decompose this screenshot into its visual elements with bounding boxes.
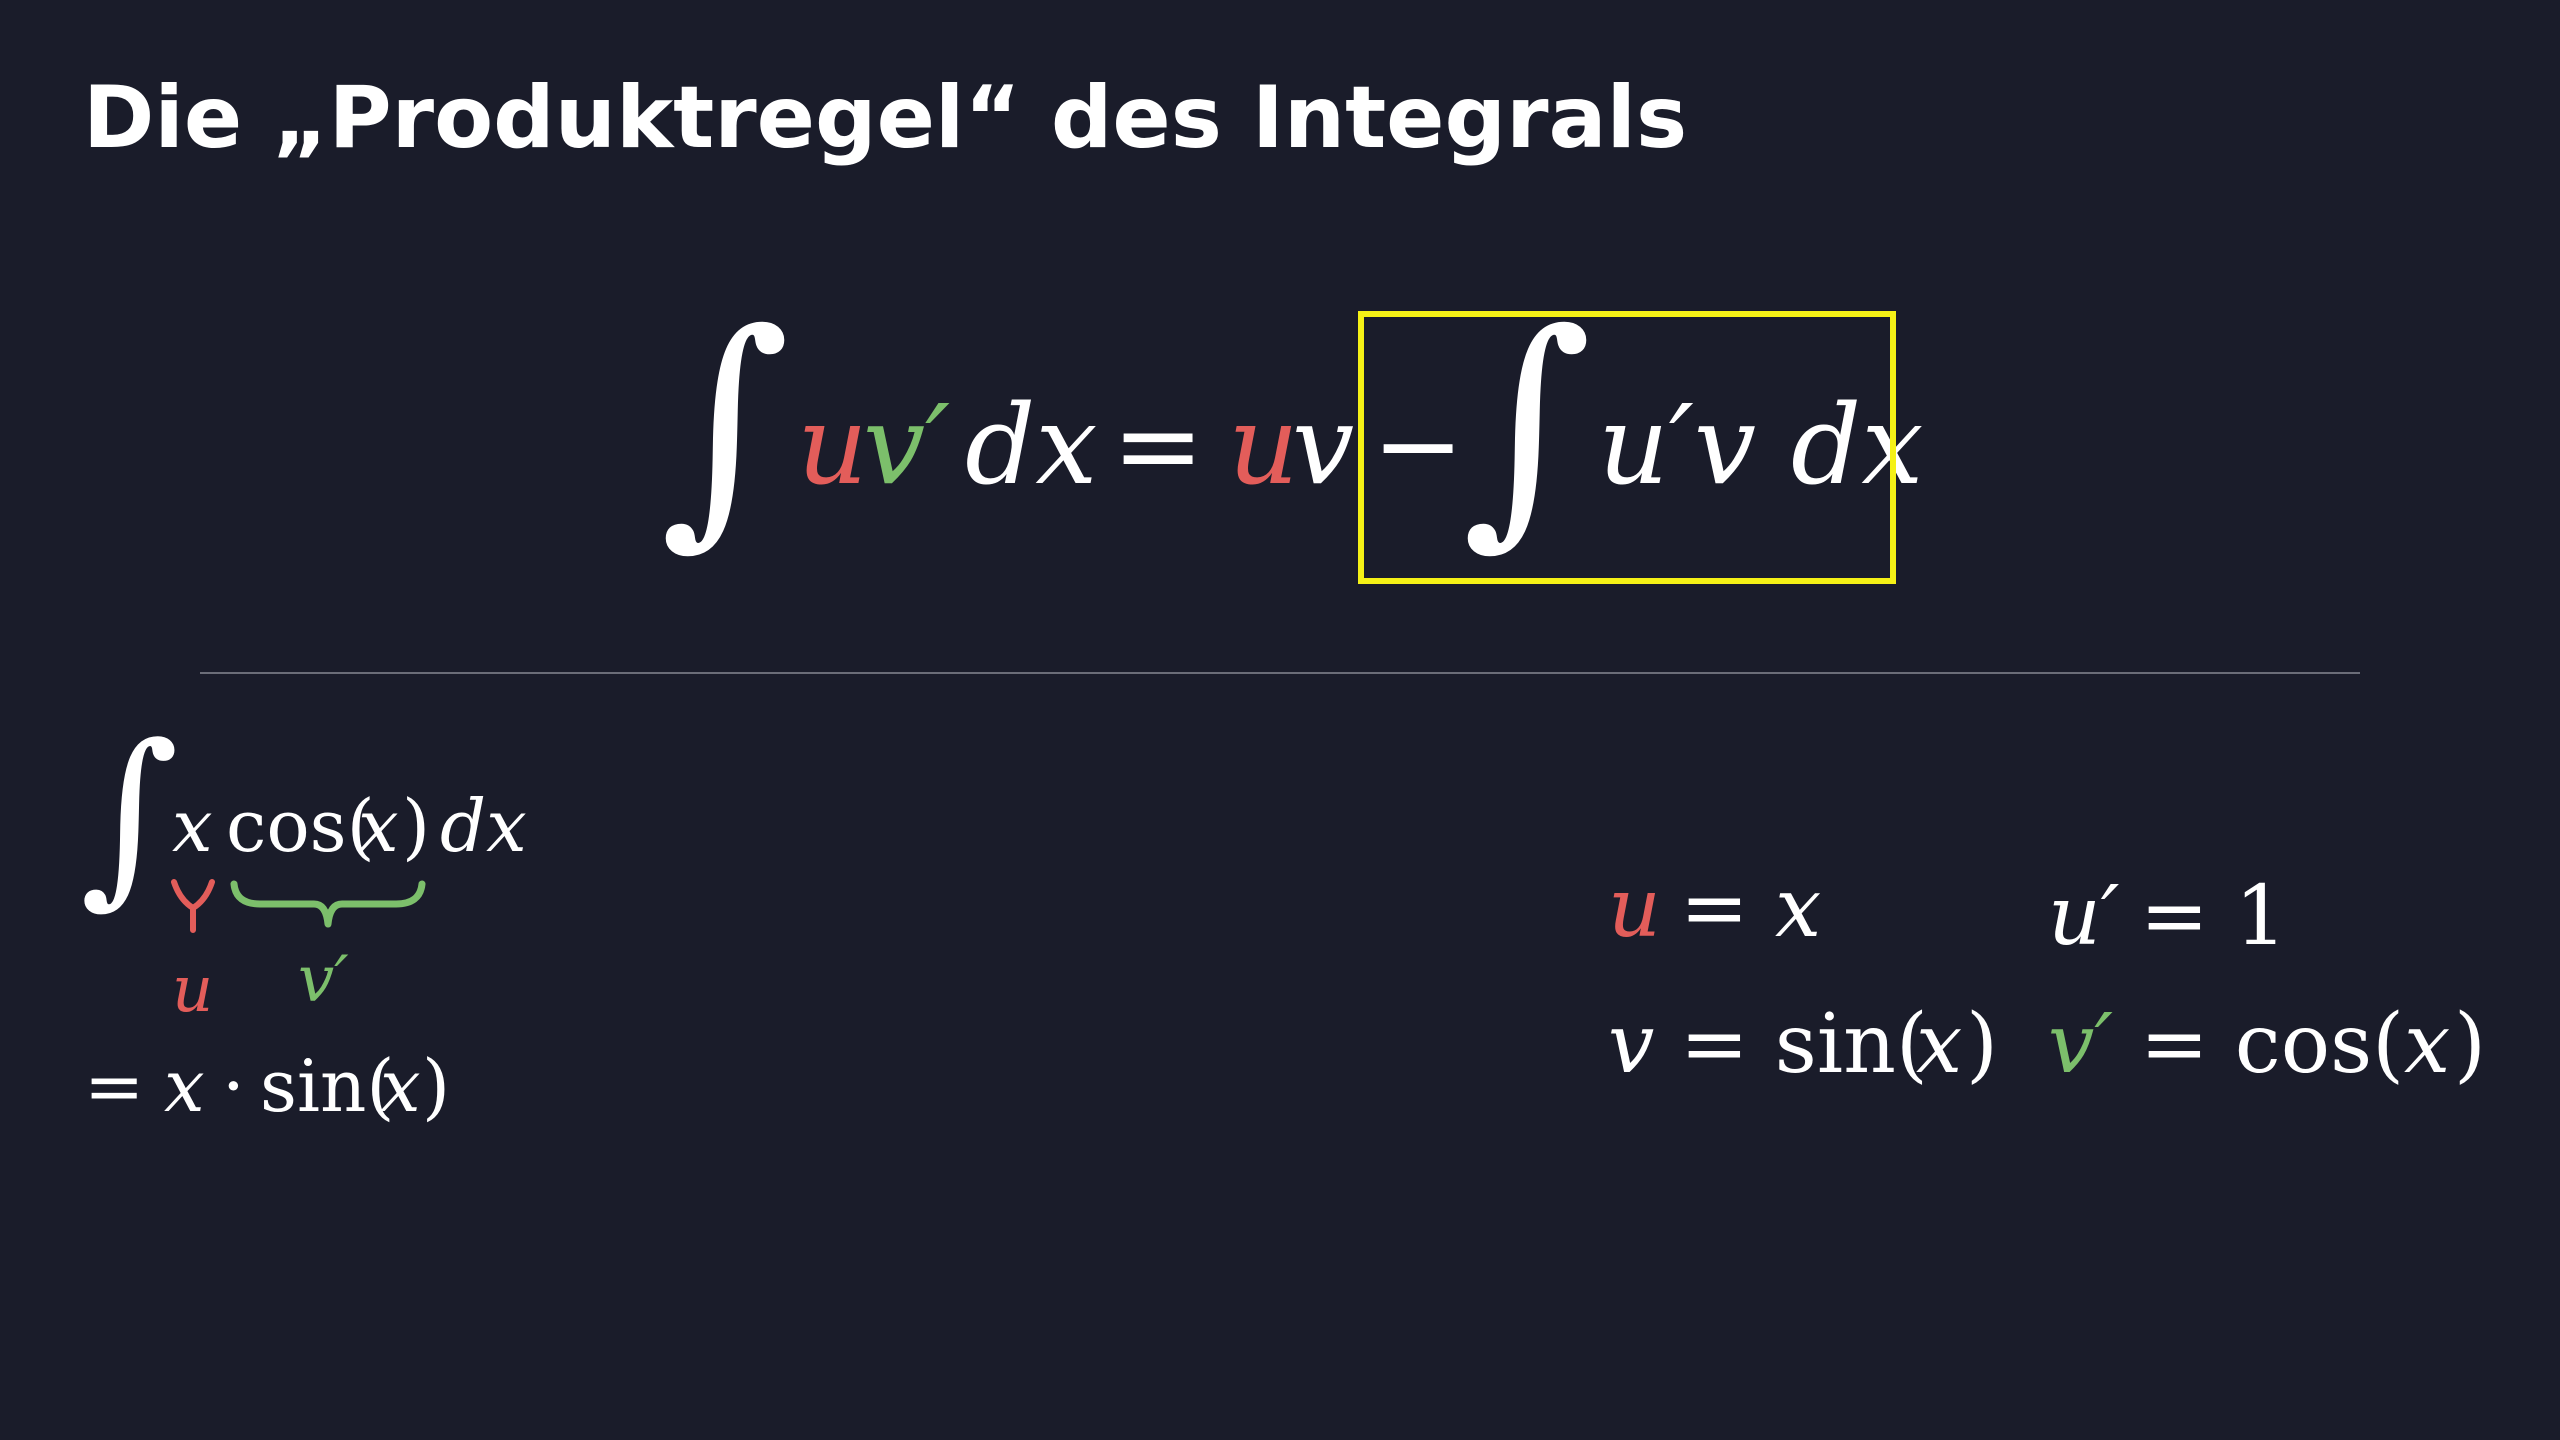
vprime-brace-icon [230,880,426,928]
formula-rhs-u: u [1228,381,1299,509]
example-cos-arg: x [358,784,399,868]
formula-lhs-dx: dx [965,381,1098,509]
assign-v-eq: = sin( [1680,997,1928,1092]
formula-equals: = [1112,381,1205,509]
assign-uprime-eq: = 1 [2140,869,2287,964]
highlight-box [1358,311,1896,584]
assign-u-eq: = [1680,861,1749,956]
assign-v-arg: x [1916,997,1963,1092]
example-result-sin: sin( [260,1044,395,1128]
example-result-equals: = [84,1044,145,1128]
integral-sign-lhs: ∫ [660,279,791,570]
example-vprime-label: v′ [298,943,349,1017]
example-result-dot: · [222,1044,245,1128]
assign-uprime-var: u′ [2048,869,2120,964]
assign-vprime-close: ) [2454,997,2486,1092]
divider-line [200,672,2360,674]
assign-vprime-arg: x [2404,997,2451,1092]
assign-u-val: x [1775,861,1822,956]
example-cos: cos( [226,784,375,868]
assign-v-var: v [1608,997,1655,1092]
u-brace-icon [171,879,215,933]
assign-vprime-eq: = cos( [2140,997,2405,1092]
slide-title: Die „Produktregel“ des Integrals [83,68,1688,168]
assign-v-close: ) [1966,997,1998,1092]
assign-u-var: u [1608,861,1661,956]
assign-vprime-var: v′ [2048,997,2113,1092]
formula-lhs-u: u [797,381,868,509]
example-result-close: ) [422,1044,451,1128]
formula-lhs-vprime: v′ [863,381,951,509]
example-integral-sign: ∫ [80,704,179,925]
example-u-label: u [172,953,214,1027]
formula-rhs-v: v [1292,381,1355,509]
example-dx: dx [440,784,527,868]
example-x: x [172,784,213,868]
example-result-arg: x [380,1044,421,1128]
example-cos-close: ) [402,784,431,868]
example-result-x: x [164,1044,205,1128]
